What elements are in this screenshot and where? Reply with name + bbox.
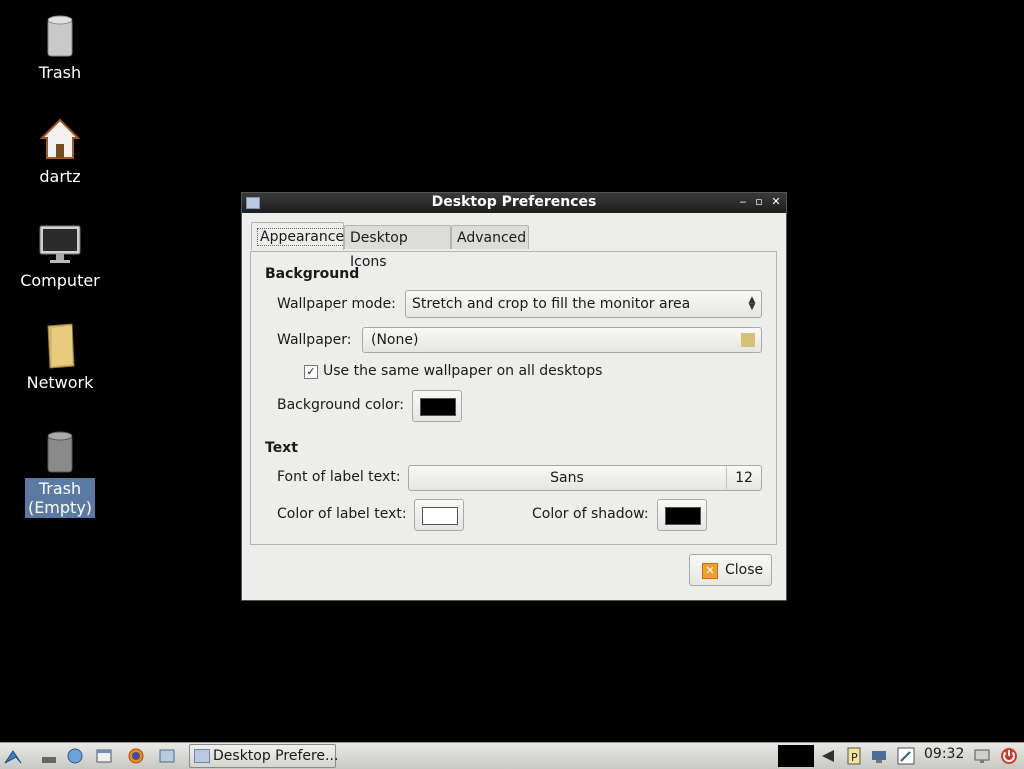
- folder-icon: [741, 333, 755, 347]
- label-color-button[interactable]: [414, 499, 464, 531]
- minimize-button[interactable]: ‒: [736, 195, 750, 209]
- home-icon: [39, 118, 81, 159]
- font-size: 12: [726, 466, 761, 490]
- arrow-left-icon[interactable]: [820, 747, 838, 765]
- maximize-button[interactable]: ▫: [752, 195, 766, 209]
- close-button-label: Close: [725, 562, 764, 578]
- up-down-arrows-icon: ▲ ▼: [748, 295, 756, 312]
- window-list-icon[interactable]: [158, 747, 176, 765]
- network-icon[interactable]: [66, 747, 84, 765]
- same-wallpaper-label[interactable]: Use the same wallpaper on all desktops: [323, 363, 602, 379]
- shadow-color-label: Color of shadow:: [532, 506, 649, 522]
- label-color-label: Color of label text:: [277, 506, 407, 522]
- font-button[interactable]: Sans 12: [408, 465, 762, 491]
- desktop-icon-label: Computer: [20, 271, 100, 290]
- computer-icon: [39, 225, 81, 263]
- task-label: Desktop Prefere...: [213, 748, 339, 764]
- desktop-icon-label: Trash (Empty): [24, 478, 96, 518]
- desktop-icon-computer[interactable]: Computer: [10, 220, 110, 291]
- close-icon: ✕: [702, 563, 718, 579]
- wallpaper-value: (None): [371, 332, 419, 348]
- text-heading: Text: [265, 440, 298, 456]
- trash-icon: [47, 15, 73, 57]
- background-color-button[interactable]: [412, 390, 462, 422]
- clipboard-icon[interactable]: P: [845, 747, 863, 765]
- titlebar[interactable]: Desktop Preferences ‒ ▫ ✕: [242, 193, 786, 213]
- taskbar-task-desktop-preferences[interactable]: Desktop Prefere...: [189, 744, 339, 768]
- close-window-button[interactable]: ✕: [769, 195, 783, 209]
- power-icon[interactable]: [1000, 747, 1018, 765]
- font-label: Font of label text:: [277, 469, 401, 485]
- desktop-preferences-window: Desktop Preferences ‒ ▫ ✕ Appearance Des…: [242, 193, 786, 600]
- background-color-label: Background color:: [277, 397, 404, 413]
- desktop-icon-network[interactable]: Network: [10, 322, 110, 393]
- close-button[interactable]: ✕ Close: [689, 554, 772, 586]
- wallpaper-mode-label: Wallpaper mode:: [277, 296, 396, 312]
- file-manager-icon[interactable]: [95, 747, 113, 765]
- monitor-icon[interactable]: [973, 747, 991, 765]
- network-status-icon[interactable]: [870, 747, 888, 765]
- trash-icon: [47, 431, 73, 473]
- window-icon: [194, 749, 210, 763]
- wallpaper-file-chooser[interactable]: (None): [362, 327, 762, 353]
- desktop-icon-label: Network: [26, 373, 94, 392]
- appearance-panel: Background Wallpaper mode: Stretch and c…: [250, 251, 777, 545]
- background-color-swatch: [420, 398, 456, 416]
- font-name: Sans: [550, 470, 584, 486]
- same-wallpaper-checkbox[interactable]: ✓: [304, 365, 318, 379]
- background-heading: Background: [265, 266, 360, 282]
- taskbar: Desktop Prefere... P 09:32: [0, 742, 1024, 769]
- desktop-icon-label: Trash: [38, 63, 82, 82]
- desktop-icon-label: dartz: [39, 167, 81, 186]
- show-desktop-icon[interactable]: [40, 747, 58, 765]
- web-browser-icon[interactable]: [127, 747, 145, 765]
- start-menu-icon[interactable]: [4, 747, 22, 765]
- tab-desktop-icons[interactable]: Desktop Icons: [344, 225, 451, 270]
- desktop-icon-trash[interactable]: Trash: [10, 12, 110, 83]
- svg-text:P: P: [851, 751, 858, 764]
- tab-advanced[interactable]: Advanced: [451, 225, 529, 249]
- search-icon[interactable]: [897, 747, 915, 765]
- label-color-swatch: [422, 507, 458, 525]
- tab-appearance[interactable]: Appearance: [251, 222, 348, 250]
- window-title: Desktop Preferences: [431, 194, 597, 210]
- shadow-color-button[interactable]: [657, 499, 707, 531]
- wallpaper-label: Wallpaper:: [277, 332, 352, 348]
- shadow-color-swatch: [665, 507, 701, 525]
- clock[interactable]: 09:32: [924, 746, 964, 762]
- wallpaper-mode-value: Stretch and crop to fill the monitor are…: [412, 296, 691, 312]
- tray-blank-area: [778, 745, 814, 767]
- network-folder-icon: [47, 323, 75, 369]
- wallpaper-mode-select[interactable]: Stretch and crop to fill the monitor are…: [405, 290, 762, 318]
- desktop-icon-trash-empty[interactable]: Trash (Empty): [10, 428, 110, 518]
- desktop-icon-home[interactable]: dartz: [10, 116, 110, 187]
